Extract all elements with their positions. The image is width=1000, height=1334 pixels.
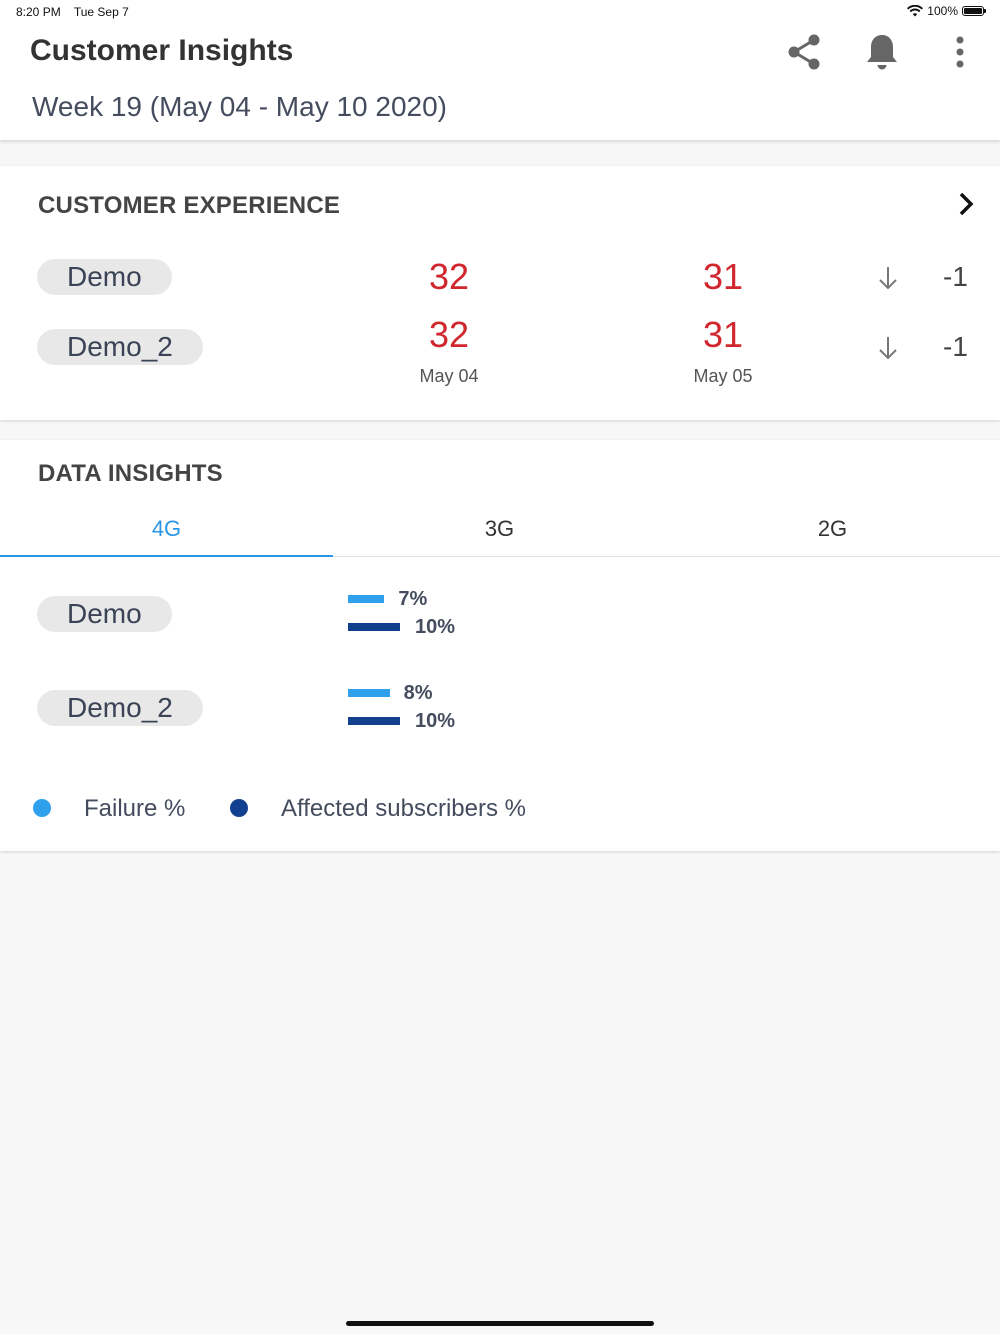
customer-experience-expand-button[interactable] bbox=[954, 190, 978, 218]
legend-label-affected: Affected subscribers % bbox=[281, 795, 527, 822]
wifi-icon bbox=[907, 5, 924, 17]
bell-icon bbox=[867, 35, 897, 70]
ce-demo-delta: -1 bbox=[943, 261, 968, 292]
page-title: Customer Insights bbox=[30, 34, 294, 67]
arrow-down-icon bbox=[879, 337, 897, 360]
customer-experience-title: CUSTOMER EXPERIENCE bbox=[38, 192, 341, 219]
affected-bar bbox=[348, 623, 400, 631]
chevron-right-icon bbox=[959, 192, 974, 216]
tab-2g[interactable]: 2G bbox=[666, 508, 999, 556]
affected-label: 10% bbox=[415, 616, 456, 638]
failure-bar bbox=[348, 595, 385, 603]
customer-chip-demo[interactable]: Demo bbox=[37, 259, 172, 295]
week-selector[interactable]: Week 19 (May 04 - May 10 2020) bbox=[0, 80, 1000, 140]
failure-label: 7% bbox=[398, 588, 428, 610]
failure-label: 8% bbox=[403, 682, 433, 704]
share-button[interactable] bbox=[782, 30, 826, 74]
failure-bar bbox=[348, 689, 390, 697]
affected-bar bbox=[348, 717, 400, 725]
arrow-down-icon bbox=[879, 267, 897, 290]
legend-dot-failure bbox=[33, 799, 51, 817]
data-insights-title: DATA INSIGHTS bbox=[38, 460, 223, 487]
battery-percent: 100% bbox=[927, 4, 958, 18]
home-indicator bbox=[346, 1321, 654, 1326]
app-bar: Customer Insights bbox=[0, 24, 1000, 81]
more-options-button[interactable] bbox=[938, 30, 982, 74]
status-time: 8:20 PM bbox=[16, 5, 61, 19]
data-chip-demo-2[interactable]: Demo_2 bbox=[37, 690, 203, 726]
data-insights-card: DATA INSIGHTS 4G 3G 2G Demo 7% 10% Demo_… bbox=[0, 440, 1000, 851]
legend-dot-affected bbox=[230, 799, 248, 817]
more-vertical-icon bbox=[956, 36, 964, 68]
data-chip-demo[interactable]: Demo bbox=[37, 596, 172, 632]
week-label: Week 19 (May 04 - May 10 2020) bbox=[32, 91, 448, 122]
tab-4g[interactable]: 4G bbox=[0, 508, 333, 557]
tab-3g[interactable]: 3G bbox=[333, 508, 666, 556]
ce-demo-value-may04: 32 bbox=[428, 256, 470, 297]
legend-label-failure: Failure % bbox=[84, 795, 186, 822]
network-tabs: 4G 3G 2G bbox=[0, 508, 1000, 557]
notifications-button[interactable] bbox=[860, 30, 904, 74]
ce-demo-value-may05: 31 bbox=[702, 256, 744, 297]
status-date: Tue Sep 7 bbox=[73, 5, 129, 19]
ce-date-col-2: May 05 bbox=[693, 366, 753, 386]
ce-demo-2-value-may05: 31 bbox=[702, 314, 744, 355]
battery-icon bbox=[962, 6, 986, 16]
share-icon bbox=[788, 34, 820, 70]
customer-chip-demo-2[interactable]: Demo_2 bbox=[37, 329, 203, 365]
legend: Failure % Affected subscribers % bbox=[0, 795, 1000, 825]
ce-demo-2-value-may04: 32 bbox=[428, 314, 470, 355]
status-bar: 8:20 PM Tue Sep 7 100% bbox=[0, 0, 1000, 24]
ce-date-col-1: May 04 bbox=[419, 366, 479, 386]
customer-experience-card: CUSTOMER EXPERIENCE Demo 32 31 -1 Demo_2… bbox=[0, 166, 1000, 420]
ce-demo-2-delta: -1 bbox=[943, 331, 968, 362]
affected-label: 10% bbox=[415, 710, 456, 732]
